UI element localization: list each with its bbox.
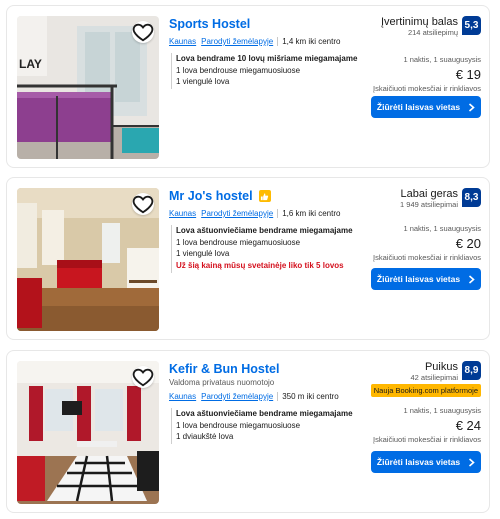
- listing-card: Mr Jo's hostel Kaunas Parodyti žemėlapyj…: [6, 177, 490, 340]
- heart-icon: [132, 23, 154, 42]
- svg-text:LAY: LAY: [19, 57, 42, 71]
- room-divider: [171, 408, 172, 444]
- room-title: Lova bendrame 10 lovų mišriame miegamaja…: [176, 54, 358, 63]
- title-row: Mr Jo's hostel: [169, 189, 271, 203]
- room-info: Lova aštuonviečiame bendrame miegamajame…: [176, 225, 353, 271]
- property-photo[interactable]: [17, 188, 159, 331]
- score-word: Puikus: [424, 361, 458, 373]
- review-count: 1 949 atsiliepimai: [400, 200, 458, 209]
- room-title: Lova aštuonviečiame bendrame miegamajame: [176, 226, 353, 235]
- heart-icon: [132, 195, 154, 214]
- divider: [277, 37, 279, 46]
- distance-text: 1,6 km iki centro: [282, 209, 341, 218]
- price-block: 1 naktis, 1 suaugusysis € 20 Įskaičiuoti…: [373, 224, 481, 263]
- score-badge: 8,9: [462, 361, 481, 380]
- see-availability-label: Žiūrėti laisvas vietas: [376, 102, 461, 112]
- price: € 19: [455, 67, 481, 82]
- see-availability-label: Žiūrėti laisvas vietas: [376, 457, 461, 467]
- city-link[interactable]: Kaunas: [169, 209, 196, 218]
- room-title: Lova aštuonviečiame bendrame miegamajame: [176, 409, 353, 418]
- score-badge: 5,3: [462, 16, 481, 35]
- see-availability-button[interactable]: Žiūrėti laisvas vietas: [371, 96, 481, 118]
- review-count: 214 atsiliepimų: [407, 28, 458, 37]
- price: € 20: [455, 236, 481, 251]
- distance-text: 1,4 km iki centro: [282, 37, 341, 46]
- stay-details: 1 naktis, 1 suaugusysis: [403, 224, 481, 233]
- title-row: Kefir & Bun Hostel: [169, 362, 279, 376]
- review-score[interactable]: Puikus 42 atsiliepimai 8,9: [410, 361, 481, 383]
- bed-info: 1 lova bendrouse miegamuosiuose: [176, 421, 301, 430]
- listing-card: Kefir & Bun Hostel Valdoma privataus nuo…: [6, 350, 490, 513]
- score-word: Įvertinimų balas: [380, 16, 458, 28]
- room-info: Lova aštuonviečiame bendrame miegamajame…: [176, 408, 353, 442]
- property-photo[interactable]: [17, 361, 159, 504]
- host-type: Valdoma privataus nuomotojo: [169, 378, 275, 387]
- bed-info: 1 lova bendrouse miegamuosiuose: [176, 238, 301, 247]
- new-on-platform-badge: Nauja Booking.com platformoje: [370, 384, 481, 397]
- price-block: 1 naktis, 1 suaugusysis € 24 Įskaičiuoti…: [373, 406, 481, 445]
- city-link[interactable]: Kaunas: [169, 37, 196, 46]
- show-on-map-link[interactable]: Parodyti žemėlapyje: [201, 37, 273, 46]
- property-name-link[interactable]: Sports Hostel: [169, 17, 250, 31]
- tax-note: Įskaičiuoti mokesčiai ir rinkliavos: [373, 435, 481, 444]
- room-info: Lova bendrame 10 lovų mišriame miegamaja…: [176, 53, 357, 87]
- tax-note: Įskaičiuoti mokesčiai ir rinkliavos: [373, 253, 481, 262]
- distance-text: 350 m iki centro: [282, 392, 339, 401]
- listing-card: LAY Sports Hostel Kaunas Parodyti žemėla…: [6, 5, 490, 168]
- favorite-button[interactable]: [132, 21, 154, 43]
- room-divider: [171, 225, 172, 273]
- review-score[interactable]: Labai geras 1 949 atsiliepimai 8,3: [400, 188, 481, 210]
- tax-note: Įskaičiuoti mokesčiai ir rinkliavos: [373, 84, 481, 93]
- property-name-link[interactable]: Mr Jo's hostel: [169, 189, 253, 203]
- price-block: 1 naktis, 1 suaugusysis € 19 Įskaičiuoti…: [373, 55, 481, 94]
- see-availability-label: Žiūrėti laisvas vietas: [376, 274, 461, 284]
- review-score[interactable]: Įvertinimų balas 214 atsiliepimų 5,3: [381, 16, 481, 38]
- heart-icon: [132, 368, 154, 387]
- see-availability-button[interactable]: Žiūrėti laisvas vietas: [371, 451, 481, 473]
- location-row: Kaunas Parodyti žemėlapyje 1,4 km iki ce…: [169, 37, 340, 46]
- room-divider: [171, 53, 172, 89]
- title-row: Sports Hostel: [169, 17, 250, 31]
- bed-info: 1 lova bendrouse miegamuosiuose: [176, 66, 301, 75]
- see-availability-button[interactable]: Žiūrėti laisvas vietas: [371, 268, 481, 290]
- availability-warning: Už šią kainą mūsų svetainėje liko tik 5 …: [176, 261, 344, 270]
- stay-details: 1 naktis, 1 suaugusysis: [403, 406, 481, 415]
- thumbs-up-icon: [260, 192, 269, 200]
- bed-info: 1 dviaukštė lova: [176, 432, 234, 441]
- property-name-link[interactable]: Kefir & Bun Hostel: [169, 362, 279, 376]
- favorite-button[interactable]: [132, 193, 154, 215]
- city-link[interactable]: Kaunas: [169, 392, 196, 401]
- chevron-right-icon: [469, 102, 475, 112]
- show-on-map-link[interactable]: Parodyti žemėlapyje: [201, 392, 273, 401]
- price: € 24: [455, 418, 481, 433]
- review-count: 42 atsiliepimai: [410, 373, 458, 382]
- bed-info: 1 viengulė lova: [176, 77, 230, 86]
- location-row: Kaunas Parodyti žemėlapyje 1,6 km iki ce…: [169, 209, 340, 218]
- score-badge: 8,3: [462, 188, 481, 207]
- divider: [277, 209, 279, 218]
- stay-details: 1 naktis, 1 suaugusysis: [403, 55, 481, 64]
- divider: [277, 392, 279, 401]
- genius-icon: [258, 190, 271, 202]
- bed-info: 1 viengulė lova: [176, 249, 230, 258]
- chevron-right-icon: [469, 457, 475, 467]
- chevron-right-icon: [469, 274, 475, 284]
- location-row: Kaunas Parodyti žemėlapyje 350 m iki cen…: [169, 392, 339, 401]
- score-word: Labai geras: [400, 188, 459, 200]
- show-on-map-link[interactable]: Parodyti žemėlapyje: [201, 209, 273, 218]
- favorite-button[interactable]: [132, 366, 154, 388]
- property-photo[interactable]: LAY: [17, 16, 159, 159]
